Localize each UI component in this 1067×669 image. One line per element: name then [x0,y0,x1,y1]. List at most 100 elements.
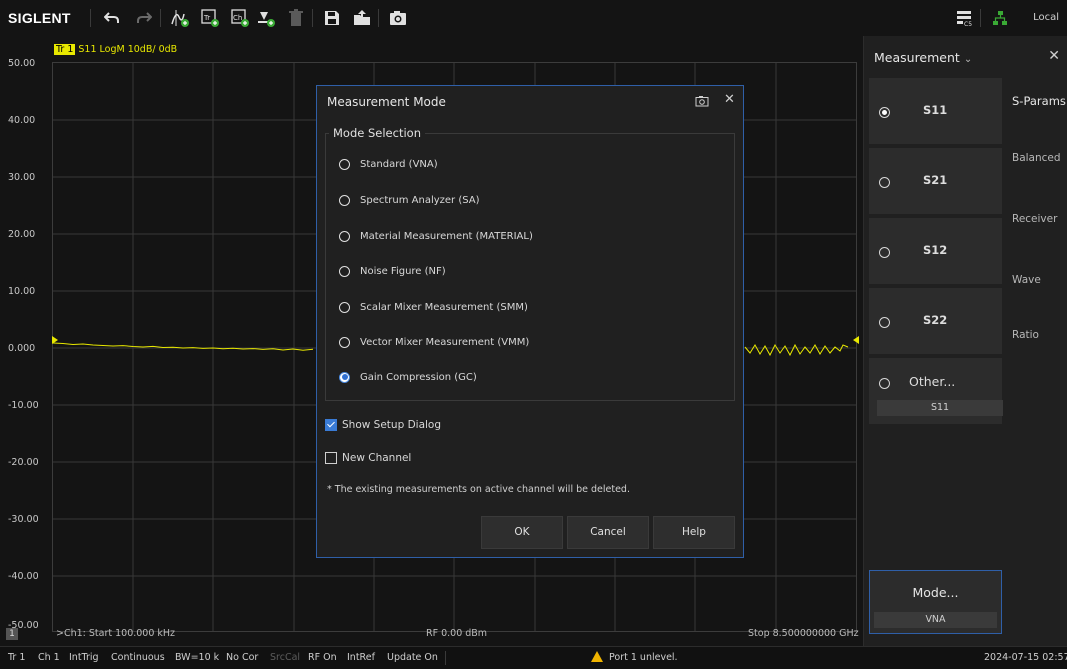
help-button[interactable]: Help [653,516,735,549]
status-channel[interactable]: Ch 1 [38,652,60,663]
y-tick-label: -20.00 [8,457,39,468]
svg-text:C5: C5 [964,21,972,27]
toolbar-divider [378,9,379,27]
checkbox-label: New Channel [342,452,412,464]
network-icon[interactable] [988,6,1012,30]
save-icon[interactable] [320,6,344,30]
stop-frequency-label[interactable]: Stop 8.500000000 GHz [748,628,859,639]
category-balanced[interactable]: Balanced [1012,152,1061,164]
panel-title-text: Measurement [874,50,960,65]
status-correction[interactable]: No Cor [226,652,258,663]
measurement-label: S11 [923,103,948,117]
group-title: Mode Selection [329,126,425,140]
panel-title[interactable]: Measurement ⌄ [874,50,972,65]
measurement-label: S12 [923,243,948,257]
dialog-note: * The existing measurements on active ch… [327,484,630,495]
y-tick-label: 30.00 [8,172,36,183]
radio-icon [339,336,350,348]
category-receiver[interactable]: Receiver [1012,213,1057,225]
redo-icon[interactable] [132,6,156,30]
trace-tag[interactable]: Tr 1 [54,44,76,55]
option-label: Noise Figure (NF) [360,265,446,277]
start-frequency-label[interactable]: >Ch1: Start 100.000 kHz [56,628,175,639]
category-s-params[interactable]: S-Params [1012,94,1066,108]
radio-selected-icon [339,371,350,383]
y-tick-label: -30.00 [8,514,39,525]
toolbar-divider [160,9,161,27]
show-setup-dialog-checkbox[interactable]: Show Setup Dialog [325,419,441,431]
toolbar-divider [90,9,91,27]
mode-option-gc[interactable]: Gain Compression (GC) [339,369,477,385]
channel-badge[interactable]: 1 [6,628,18,640]
measurement-s22-button[interactable]: S22 [869,288,1002,354]
y-tick-label: 40.00 [8,115,36,126]
add-ch-icon[interactable]: Ch [228,6,252,30]
status-sweep[interactable]: Continuous [111,652,165,663]
add-marker-icon[interactable] [254,6,278,30]
measurement-s12-button[interactable]: S12 [869,218,1002,284]
option-label: Material Measurement (MATERIAL) [360,230,533,242]
measurement-s11-button[interactable]: S11 [869,78,1002,144]
y-tick-label: 10.00 [8,286,36,297]
radio-icon [879,177,890,188]
add-trace-icon[interactable] [168,6,192,30]
mode-button[interactable]: Mode... VNA [869,570,1002,634]
option-label: Standard (VNA) [360,158,438,170]
toolbar-divider [312,9,313,27]
status-srccal[interactable]: SrcCal [270,652,300,663]
measurement-label: Other... [909,374,956,389]
measurement-label: S21 [923,173,948,187]
y-tick-label: 20.00 [8,229,36,240]
checkbox-label: Show Setup Dialog [342,419,442,431]
svg-text:Ch: Ch [233,14,242,22]
reference-level-marker[interactable] [52,336,58,344]
mode-option-sa[interactable]: Spectrum Analyzer (SA) [339,192,480,208]
measurement-other-button[interactable]: Other... S11 [869,358,1003,424]
ok-button[interactable]: OK [481,516,563,549]
mode-label: Mode... [912,585,959,600]
other-measurement-value: S11 [877,400,1003,416]
y-tick-label: 50.00 [8,58,36,69]
reference-level-marker-right [853,336,859,344]
status-reference[interactable]: IntRef [347,652,375,663]
y-tick-label: 0.000 [8,343,36,354]
top-toolbar: SIGLENT Tr Ch C5 Local [0,0,1067,36]
status-warning: Port 1 unlevel. [609,652,678,663]
status-bar: Tr 1 Ch 1 IntTrig Continuous BW=10 k No … [0,646,1067,669]
mode-option-vmm[interactable]: Vector Mixer Measurement (VMM) [339,334,529,350]
status-bandwidth[interactable]: BW=10 k [175,652,219,663]
mode-option-material[interactable]: Material Measurement (MATERIAL) [339,228,533,244]
touch-icon[interactable]: C5 [952,6,976,30]
mode-option-smm[interactable]: Scalar Mixer Measurement (SMM) [339,299,528,315]
undo-icon[interactable] [100,6,124,30]
status-trace[interactable]: Tr 1 [8,652,25,663]
status-update[interactable]: Update On [387,652,438,663]
category-ratio[interactable]: Ratio [1012,329,1039,341]
add-tr-icon[interactable]: Tr [198,6,222,30]
cancel-button[interactable]: Cancel [567,516,649,549]
chevron-down-icon: ⌄ [963,54,973,65]
mode-option-nf[interactable]: Noise Figure (NF) [339,263,446,279]
camera-icon[interactable] [695,95,709,110]
checkbox-icon [325,452,337,464]
category-wave[interactable]: Wave [1012,274,1041,286]
rf-power-label[interactable]: RF 0.00 dBm [426,628,487,639]
screenshot-icon[interactable] [386,6,410,30]
y-tick-label: -40.00 [8,571,39,582]
option-label: Gain Compression (GC) [360,371,477,383]
dialog-title: Measurement Mode [327,95,446,109]
status-rf[interactable]: RF On [308,652,337,663]
radio-icon [879,247,890,258]
status-trigger[interactable]: IntTrig [69,652,99,663]
mode-option-vna[interactable]: Standard (VNA) [339,156,438,172]
new-channel-checkbox[interactable]: New Channel [325,452,411,464]
close-icon[interactable]: ✕ [724,92,735,107]
close-icon[interactable]: ✕ [1048,48,1060,64]
radio-icon [339,158,350,170]
delete-icon[interactable] [284,6,308,30]
radio-icon [339,230,350,242]
measurement-s21-button[interactable]: S21 [869,148,1002,214]
recall-icon[interactable] [350,6,374,30]
trace-header[interactable]: Tr 1 S11 LogM 10dB/ 0dB [54,44,177,55]
brand-logo: SIGLENT [8,10,71,26]
